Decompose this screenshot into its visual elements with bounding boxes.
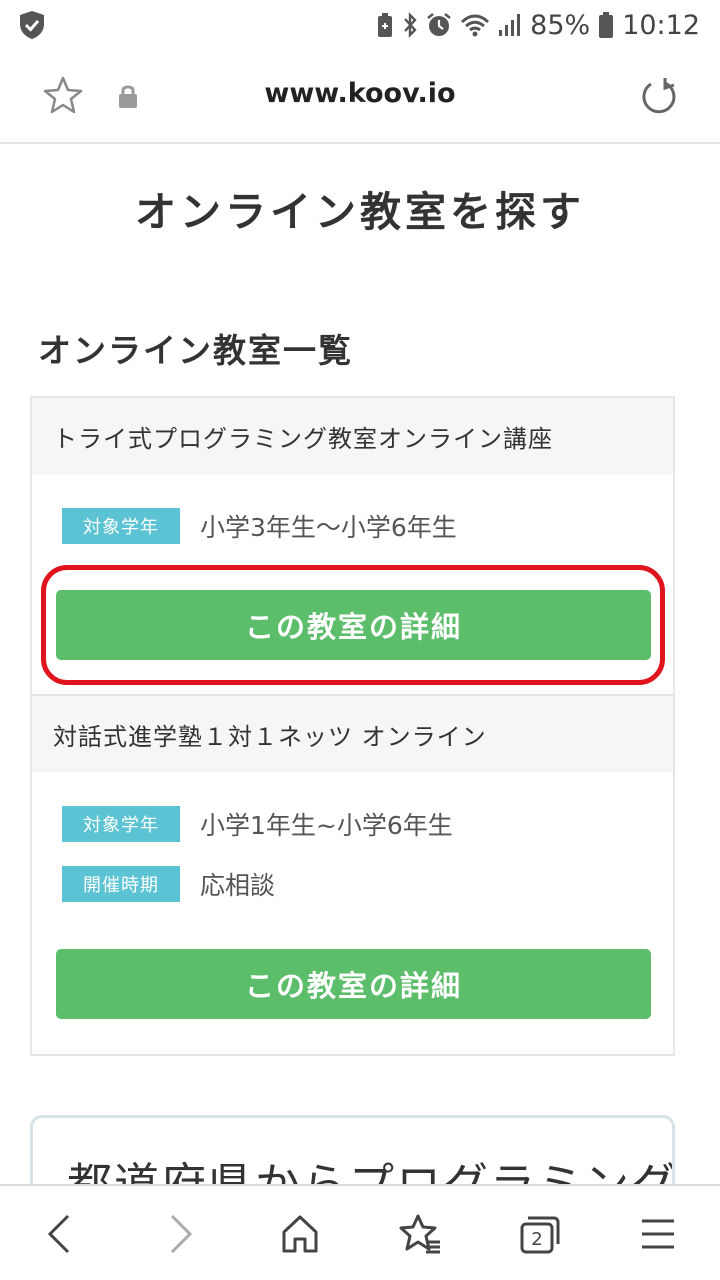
wifi-icon (460, 12, 490, 38)
clock: 10:12 (622, 9, 700, 41)
alarm-icon (426, 12, 452, 38)
home-icon[interactable] (280, 1212, 320, 1260)
url-text[interactable]: www.koov.io (0, 78, 720, 109)
back-icon[interactable] (44, 1212, 74, 1260)
signal-icon (498, 12, 522, 38)
browser-url-bar: www.koov.io (0, 50, 720, 144)
reload-icon[interactable] (638, 76, 676, 120)
classroom-detail-button[interactable]: この教室の詳細 (56, 590, 651, 660)
battery-icon (598, 11, 614, 39)
target-grade-value: 小学1年生~小学6年生 (200, 811, 453, 840)
shield-check-icon (18, 10, 46, 44)
classroom-card: 対話式進学塾１対１ネッツ オンライン 対象学年 小学1年生~小学6年生 開催時期… (30, 696, 675, 1056)
menu-icon[interactable] (640, 1212, 676, 1260)
target-grade-tag: 対象学年 (62, 508, 180, 544)
browser-bottom-nav: 2 (0, 1184, 720, 1280)
info-row: 開催時期 応相談 (62, 866, 275, 902)
forward-icon[interactable] (166, 1212, 196, 1260)
classroom-detail-button[interactable]: この教室の詳細 (56, 949, 651, 1019)
info-row: 対象学年 小学3年生〜小学6年生 (62, 508, 457, 544)
tabs-icon[interactable]: 2 (518, 1212, 562, 1260)
status-bar: 85% 10:12 (0, 0, 720, 50)
period-value: 応相談 (200, 871, 276, 900)
target-grade-value: 小学3年生〜小学6年生 (200, 513, 457, 542)
classroom-name: トライ式プログラミング教室オンライン講座 (32, 398, 673, 474)
period-tag: 開催時期 (62, 866, 180, 902)
svg-text:2: 2 (531, 1229, 542, 1250)
target-grade-tag: 対象学年 (62, 806, 180, 842)
bluetooth-icon (402, 12, 418, 38)
bookmarks-icon[interactable] (398, 1212, 442, 1260)
info-row: 対象学年 小学1年生~小学6年生 (62, 806, 453, 842)
classroom-name: 対話式進学塾１対１ネッツ オンライン (32, 696, 673, 772)
battery-saver-icon (376, 12, 394, 38)
section-title: オンライン教室一覧 (38, 331, 353, 370)
classroom-card: トライ式プログラミング教室オンライン講座 対象学年 小学3年生〜小学6年生 この… (30, 396, 675, 696)
page-title: オンライン教室を探す (135, 188, 585, 236)
battery-percent: 85% (530, 9, 591, 41)
